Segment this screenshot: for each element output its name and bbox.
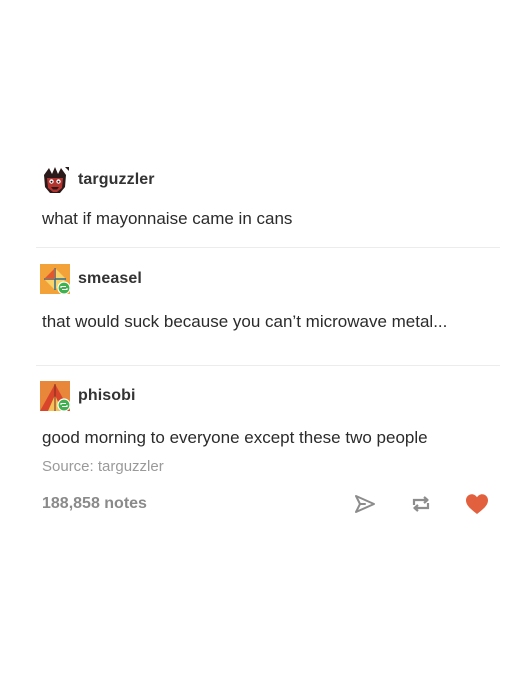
reply-header: phisobi bbox=[40, 380, 496, 412]
username[interactable]: targuzzler bbox=[78, 171, 155, 189]
reply-item: phisobi good morning to everyone except … bbox=[40, 366, 496, 517]
heart-icon bbox=[466, 494, 488, 514]
post-footer: 188,858 notes bbox=[40, 491, 496, 517]
user-avatar[interactable] bbox=[40, 264, 70, 294]
reblog-button[interactable] bbox=[408, 491, 434, 517]
reply-text: that would suck because you can’t microw… bbox=[42, 312, 448, 331]
share-button[interactable] bbox=[352, 491, 378, 517]
orange-geometric-avatar-icon bbox=[40, 264, 70, 294]
reply-item: targuzzler what if mayonnaise came in ca… bbox=[40, 164, 496, 247]
red-orange-geometric-avatar-icon bbox=[40, 381, 70, 411]
reply-item: smeasel that would suck because you can’… bbox=[40, 248, 496, 365]
user-avatar[interactable] bbox=[40, 165, 70, 195]
paper-plane-icon bbox=[355, 495, 375, 513]
reply-header: smeasel bbox=[40, 263, 496, 295]
user-avatar[interactable] bbox=[40, 381, 70, 411]
reblog-icon bbox=[412, 496, 430, 512]
dark-red-monster-avatar-icon bbox=[40, 165, 70, 195]
username[interactable]: smeasel bbox=[78, 270, 142, 288]
username[interactable]: phisobi bbox=[78, 387, 136, 405]
reply-text: good morning to everyone except these tw… bbox=[42, 428, 428, 447]
tumblr-post: targuzzler what if mayonnaise came in ca… bbox=[36, 164, 500, 517]
reply-header: targuzzler bbox=[40, 164, 496, 196]
post-actions bbox=[352, 491, 490, 517]
notes-count[interactable]: 188,858 notes bbox=[42, 495, 147, 513]
reply-text: what if mayonnaise came in cans bbox=[42, 209, 293, 228]
like-button[interactable] bbox=[464, 491, 490, 517]
source-link[interactable]: Source: targuzzler bbox=[40, 458, 496, 475]
